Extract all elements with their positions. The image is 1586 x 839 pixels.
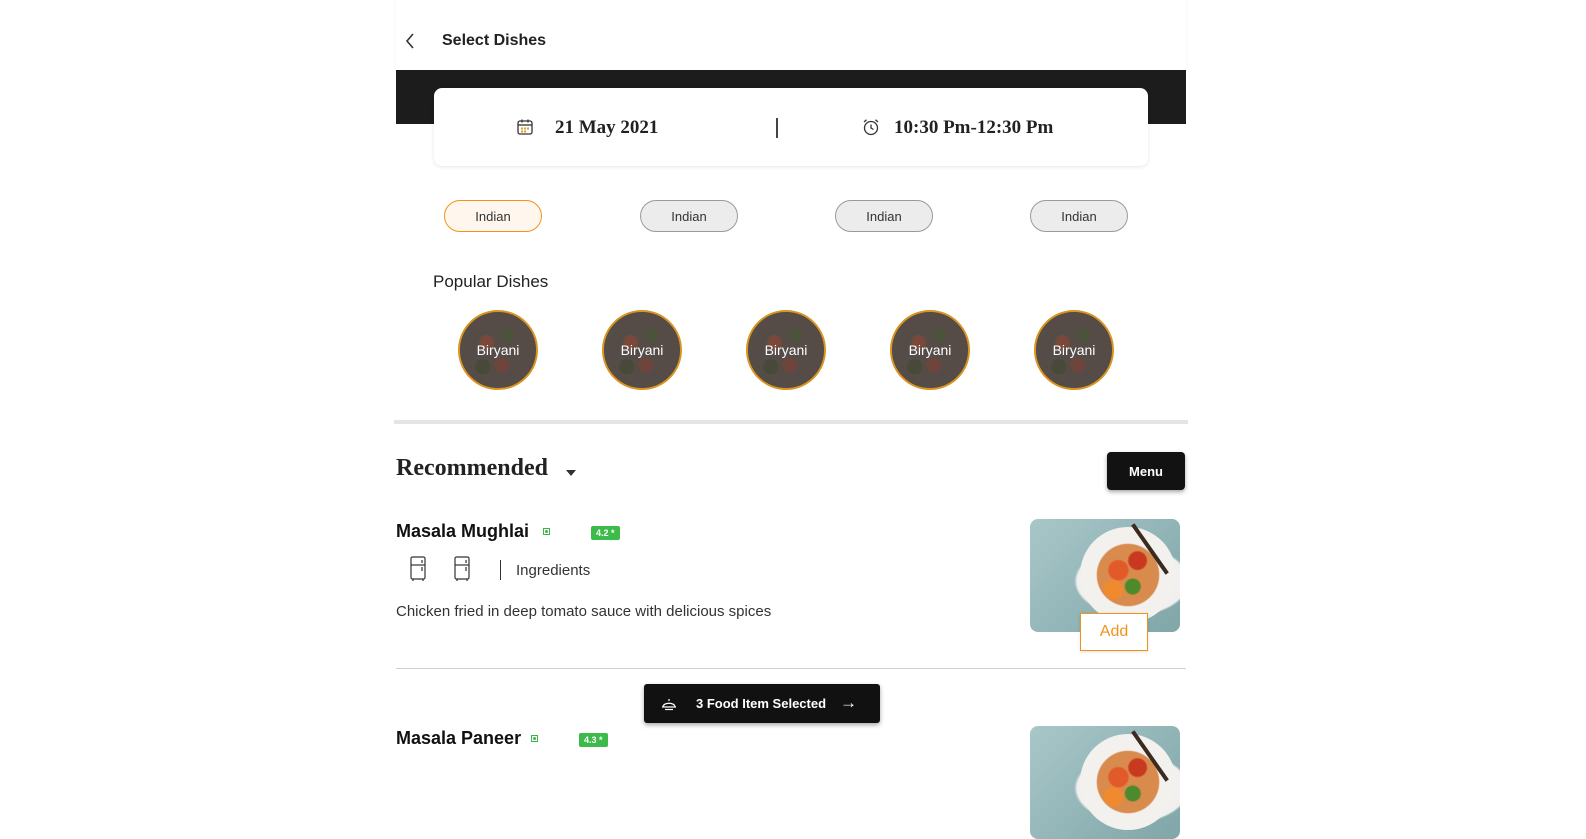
- window-scrollbar[interactable]: [1568, 0, 1586, 752]
- veg-indicator-icon: [531, 735, 538, 742]
- schedule-date: 21 May 2021: [555, 117, 659, 138]
- dish-name: Masala Mughlai: [396, 521, 530, 541]
- dish-image: [1030, 726, 1180, 839]
- cuisine-chip[interactable]: Indian: [835, 200, 933, 232]
- cuisine-chip[interactable]: Indian: [1030, 200, 1128, 232]
- dish-description: Chicken fried in deep tomato sauce with …: [396, 603, 772, 620]
- add-button[interactable]: Add: [1080, 613, 1148, 651]
- popular-dish[interactable]: Biryani: [1034, 310, 1114, 390]
- selected-items-bar[interactable]: 3 Food Item Selected →: [644, 684, 880, 723]
- arrow-right-icon: →: [840, 693, 857, 712]
- alarm-clock-icon: [863, 119, 879, 136]
- popular-dishes-heading: Popular Dishes: [433, 272, 549, 291]
- rating-badge: 4.2 *: [591, 526, 620, 540]
- cuisine-chip[interactable]: Indian: [640, 200, 738, 232]
- fridge-icon: [410, 556, 426, 581]
- calendar-icon: [517, 119, 533, 135]
- schedule-card[interactable]: 21 May 2021 10:30 Pm-12:30 Pm: [434, 88, 1148, 166]
- schedule-separator: [776, 118, 778, 138]
- popular-dish[interactable]: Biryani: [458, 310, 538, 390]
- cuisine-chip-indian[interactable]: Indian: [444, 200, 542, 232]
- popular-dish[interactable]: Biryani: [602, 310, 682, 390]
- menu-button[interactable]: Menu: [1107, 452, 1185, 490]
- section-divider: [394, 420, 1188, 424]
- item-divider: [396, 668, 1186, 669]
- top-header: Select Dishes: [396, 0, 1186, 70]
- app-container: Select Dishes 21 May 2021 10:30 Pm-12:30…: [394, 0, 1188, 839]
- page-title: Select Dishes: [442, 32, 547, 49]
- veg-indicator-icon: [543, 528, 550, 535]
- popular-dish[interactable]: Biryani: [890, 310, 970, 390]
- ingredients-separator: [500, 560, 501, 580]
- back-arrow-icon[interactable]: [402, 30, 418, 52]
- dish-label: Biryani: [764, 342, 808, 358]
- dish-label: Biryani: [620, 342, 664, 358]
- rating-badge: 4.3 *: [579, 733, 608, 747]
- schedule-time: 10:30 Pm-12:30 Pm: [894, 117, 1054, 138]
- dropdown-caret-icon[interactable]: [566, 470, 576, 476]
- recommended-heading: Recommended: [396, 455, 548, 481]
- fridge-icon: [454, 556, 470, 581]
- ingredients-link[interactable]: Ingredients: [516, 562, 590, 579]
- dish-label: Biryani: [476, 342, 520, 358]
- popular-dish[interactable]: Biryani: [746, 310, 826, 390]
- dish-label: Biryani: [908, 342, 952, 358]
- dish-label: Biryani: [1052, 342, 1096, 358]
- dish-name: Masala Paneer: [396, 728, 522, 748]
- selected-count-label: 3 Food Item Selected: [696, 696, 827, 711]
- food-tray-icon: [662, 699, 676, 711]
